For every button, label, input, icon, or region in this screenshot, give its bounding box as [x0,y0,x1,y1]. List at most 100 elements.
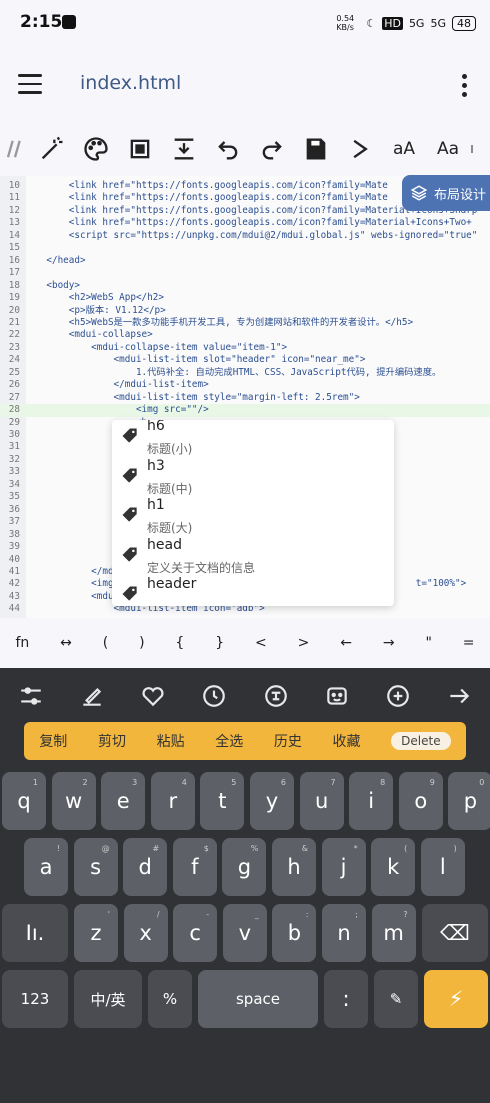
key-k[interactable]: k( [371,838,416,896]
net-speed: 0.54 KB/s [336,14,355,32]
key-g[interactable]: g% [222,838,267,896]
save-icon[interactable] [294,127,338,171]
symbol-key[interactable]: ) [139,635,144,651]
pen-icon[interactable] [79,683,105,709]
backspace-key[interactable]: ⌫ [422,904,488,962]
keyboard: 复制 剪切 粘贴 全选 历史 收藏 Delete q1w2e3r4t5y6u7i8o9p0 a… [0,668,490,1103]
more-tools-icon[interactable] [470,127,482,171]
magic-wand-icon[interactable] [30,127,74,171]
colon-key[interactable]: : [324,970,368,1028]
clipboard-action[interactable]: 收藏 [333,731,361,751]
clipboard-action[interactable]: 剪切 [98,731,126,751]
clock-icon[interactable] [201,683,227,709]
translate-icon[interactable] [385,683,411,709]
line-number: 40 [8,553,20,565]
key-hint: 1 [32,778,38,787]
undo-icon[interactable] [206,127,250,171]
key-i[interactable]: i8 [349,772,394,830]
key-t[interactable]: t5 [200,772,245,830]
select-box-icon[interactable] [118,127,162,171]
line-number: 36 [8,503,20,515]
autocomplete-item[interactable]: h6 标题(小) [112,420,394,460]
clipboard-action[interactable]: 复制 [39,731,67,751]
key-j[interactable]: j * [321,838,366,896]
key-w[interactable]: w2 [51,772,96,830]
key-z[interactable]: z ' [74,904,118,962]
symbol-key[interactable]: ↔ [60,635,72,651]
shift-key[interactable]: Iı. [2,904,68,962]
palette-icon[interactable] [74,127,118,171]
key-label: : [342,987,350,1011]
symbol-key[interactable]: } [215,635,224,651]
key-hint: ? [403,910,408,919]
toolbar-handle-icon[interactable] [0,127,30,171]
character-icon[interactable] [263,683,289,709]
eraser-key[interactable]: ✎ [374,970,418,1028]
key-n[interactable]: n; [322,904,366,962]
key-r[interactable]: r4 [150,772,195,830]
key-o[interactable]: o9 [398,772,443,830]
emoji-icon[interactable] [324,683,350,709]
key-b[interactable]: b: [272,904,317,962]
line-code: 1.代码补全: 自动完成HTML、CSS、JavaScript代码, 提升编码速… [24,366,442,378]
battery-indicator: 48 [452,15,476,31]
autocomplete-item[interactable]: h1 标题(大) [112,497,394,539]
symbol-key[interactable]: → [383,635,395,651]
key-p[interactable]: p0 [448,772,490,830]
line-number: 29 [8,416,20,428]
key-h[interactable]: h & [272,838,316,896]
key-v[interactable]: v _ [222,904,267,962]
symbol-key[interactable]: ( [103,635,108,651]
heart-icon[interactable] [140,683,166,709]
line-code: <mdui-collapse-item value="item-1"> [24,341,288,353]
clipboard-action[interactable]: 历史 [274,731,302,751]
autocomplete-item[interactable]: header [112,576,394,606]
redo-icon[interactable] [250,127,294,171]
symbol-key[interactable]: = [463,635,475,651]
symbol-key[interactable]: < [255,635,267,651]
arrow-right-icon[interactable] [446,683,472,709]
percent-key[interactable]: % [148,970,192,1028]
clipboard-action[interactable]: 全选 [215,731,243,751]
key-u[interactable]: u7 [299,772,344,830]
status-right: 0.54 KB/s ☾ HD 5G 5G 48 [336,14,476,32]
run-icon[interactable] [338,127,382,171]
key-c[interactable]: c- [173,904,218,962]
symbol-key[interactable]: fn [15,635,29,651]
language-switch-key[interactable]: 中/英 [74,970,142,1028]
space-key[interactable]: space [198,970,318,1028]
key-l[interactable]: l) [420,838,465,896]
key-label: % [162,990,178,1008]
key-label: e [116,789,130,813]
autocomplete-item[interactable]: head 定义关于文档的信息 [112,537,394,579]
line-code: <link href="https://fonts.googleapis.com… [24,180,388,191]
clipboard-action[interactable]: 粘贴 [157,731,185,751]
key-y[interactable]: y6 [250,772,294,830]
autocomplete-item[interactable]: h3 标题(中) [112,458,394,500]
key-e[interactable]: e3 [101,772,146,830]
delete-button[interactable]: Delete [391,732,451,750]
font-size-increase[interactable]: Aa [426,139,470,159]
format-icon[interactable] [162,127,206,171]
line-number: 25 [8,366,20,378]
clipboard-row: 复制 剪切 粘贴 全选 历史 收藏 Delete [24,722,466,760]
font-size-decrease[interactable]: aA [382,139,426,159]
symbol-key[interactable]: > [298,635,310,651]
settings-sliders-icon[interactable] [18,683,44,709]
symbol-key[interactable]: { [175,635,184,651]
key-d[interactable]: d # [123,838,168,896]
key-f[interactable]: f $ [172,838,217,896]
layout-design-button[interactable]: 布局设计 [402,175,490,211]
lightning-key[interactable]: ⚡ [424,970,488,1028]
numbers-key[interactable]: 123 [2,970,68,1028]
key-a[interactable]: a! [24,838,68,896]
more-vert-icon[interactable] [462,74,468,101]
key-q[interactable]: q1 [2,772,46,830]
key-x[interactable]: x / [123,904,168,962]
hamburger-menu-icon[interactable] [18,74,42,100]
key-m[interactable]: m? [371,904,416,962]
symbol-key[interactable]: ← [340,635,352,651]
key-s[interactable]: s @ [73,838,118,896]
line-number: 43 [8,590,20,602]
symbol-key[interactable]: " [425,635,431,651]
